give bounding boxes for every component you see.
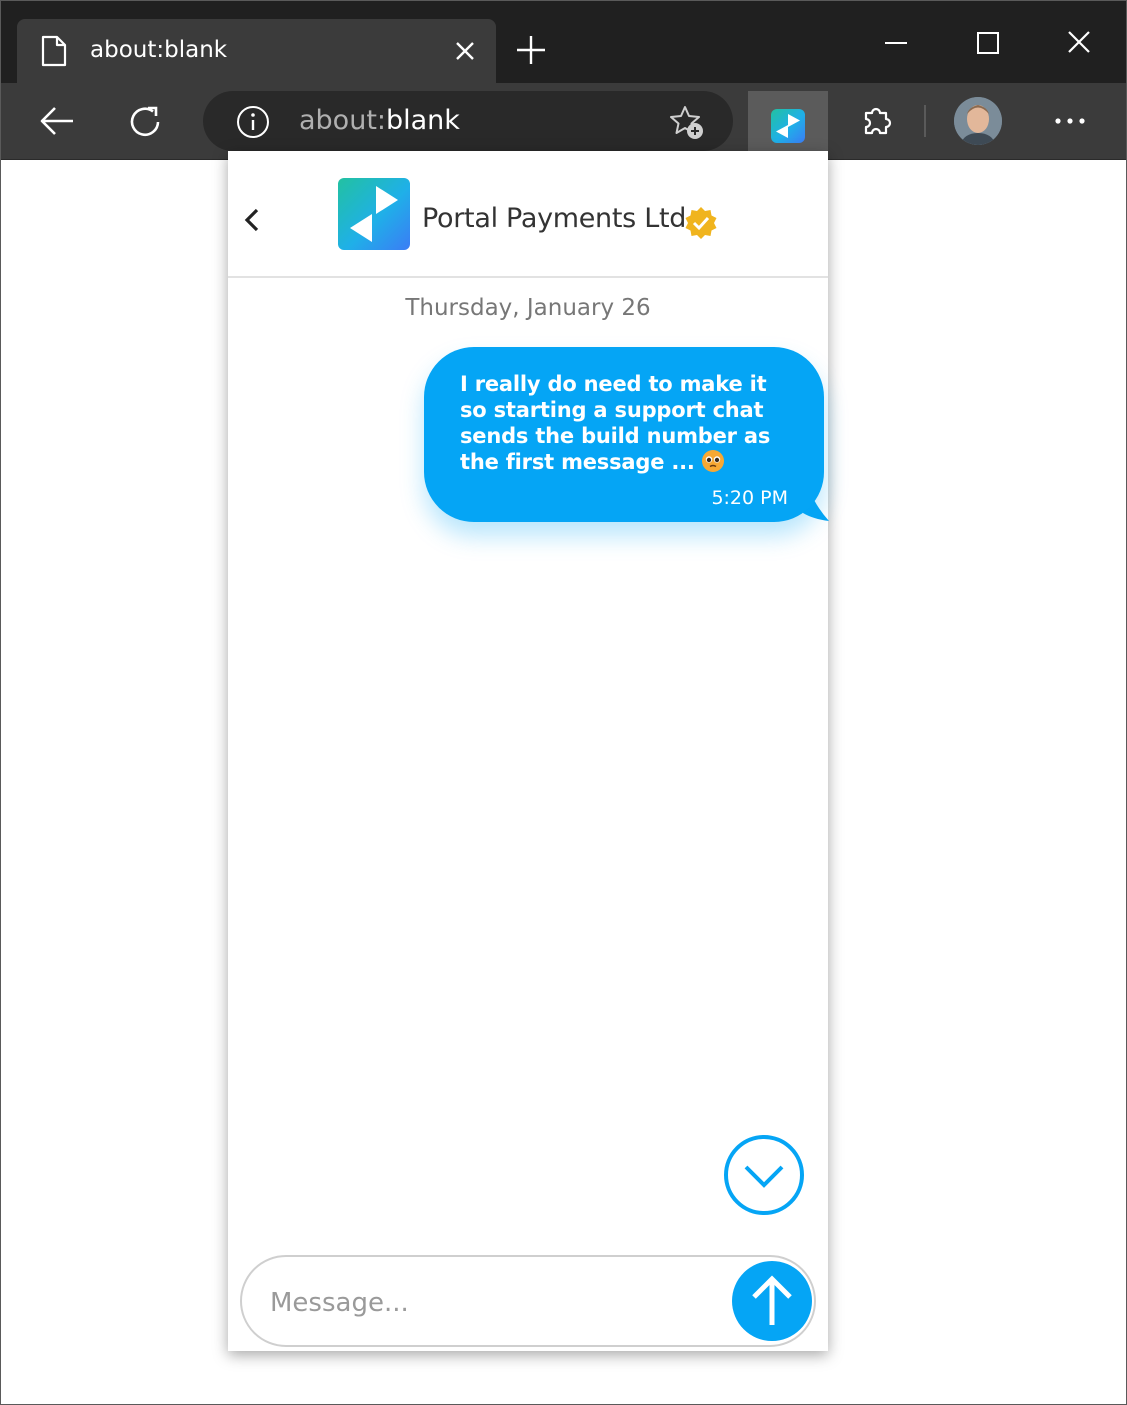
back-arrow-icon[interactable]: [37, 103, 77, 139]
address-bar[interactable]: about:blank: [203, 91, 733, 151]
send-button[interactable]: [732, 1261, 812, 1341]
verified-badge-icon: [685, 207, 717, 239]
chat-popup: Portal Payments Ltd. Thursday, January 2…: [228, 151, 829, 1351]
close-window-icon[interactable]: [1059, 25, 1099, 61]
extensions-puzzle-icon[interactable]: [857, 101, 897, 141]
add-favorite-icon[interactable]: [668, 103, 708, 143]
browser-window: about:blank about:blank Portal Payments …: [0, 0, 1127, 1405]
company-logo: [338, 178, 410, 250]
reload-icon[interactable]: [126, 102, 166, 142]
chevron-down-icon: [744, 1165, 784, 1188]
toolbar-divider: [924, 105, 926, 137]
company-name: Portal Payments Ltd.: [422, 203, 695, 234]
scroll-to-bottom-button[interactable]: [724, 1135, 804, 1215]
message-time: 5:20 PM: [711, 487, 788, 509]
url-protocol: about:: [299, 105, 386, 136]
message-text: I really do need to make it so starting …: [460, 372, 771, 474]
chevron-left-icon[interactable]: [240, 206, 262, 234]
close-tab-icon[interactable]: [453, 39, 477, 63]
browser-toolbar: about:blank: [1, 83, 1126, 160]
message-composer: [240, 1255, 816, 1347]
tab-title: about:blank: [90, 37, 228, 63]
chat-header: Portal Payments Ltd.: [228, 151, 828, 278]
date-divider: Thursday, January 26: [405, 295, 651, 321]
message-bubble: I really do need to make it so starting …: [424, 347, 824, 522]
portal-logo-icon: [350, 186, 398, 242]
maximize-icon[interactable]: [968, 25, 1008, 61]
info-icon[interactable]: [236, 105, 270, 139]
message-input[interactable]: [270, 1283, 700, 1323]
arrow-up-icon: [752, 1275, 792, 1325]
browser-titlebar: about:blank: [1, 1, 1126, 83]
minimize-icon[interactable]: [876, 25, 916, 61]
profile-photo-icon: [954, 97, 1002, 145]
portal-logo-icon: [771, 109, 805, 143]
new-tab-icon[interactable]: [514, 33, 548, 67]
page-icon: [41, 35, 67, 67]
address-url[interactable]: about:blank: [299, 105, 460, 136]
more-options-icon[interactable]: [1049, 109, 1091, 133]
url-path: blank: [386, 105, 460, 136]
pleading-face-icon: [701, 450, 724, 472]
profile-avatar[interactable]: [954, 97, 1002, 145]
browser-tab[interactable]: about:blank: [17, 19, 496, 83]
portal-extension-button[interactable]: [748, 91, 828, 159]
